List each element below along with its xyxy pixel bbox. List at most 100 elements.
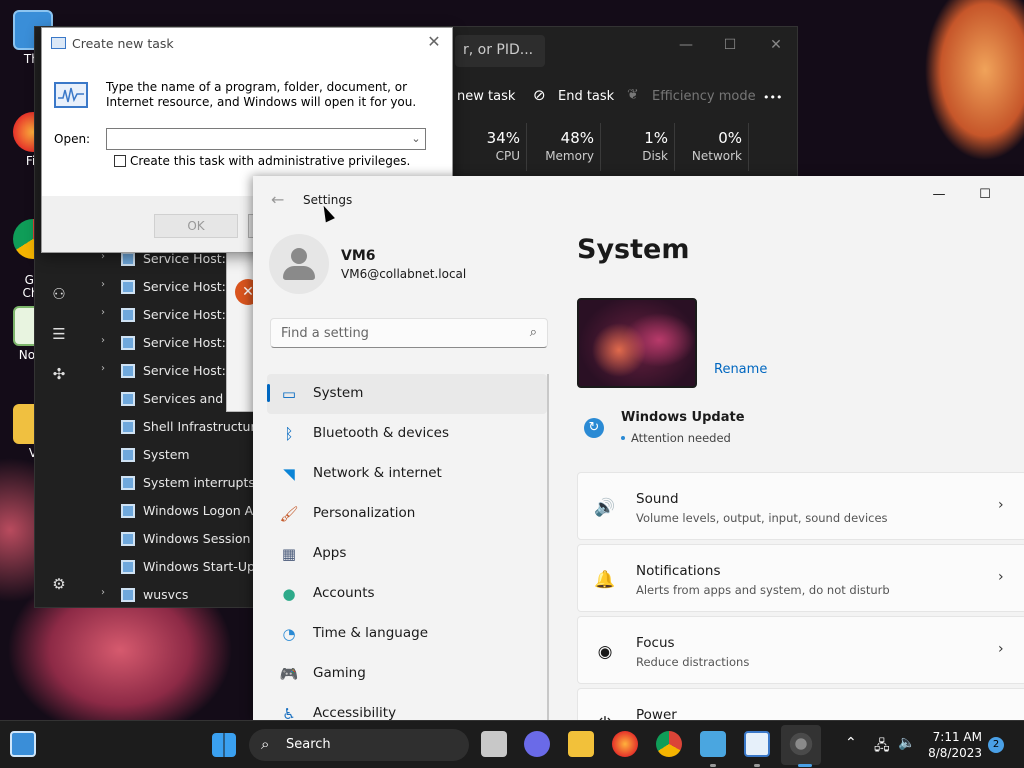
sidebar-item-label: Bluetooth & devices (313, 425, 450, 441)
process-icon (121, 448, 135, 462)
open-label: Open: (54, 132, 91, 146)
settings-card-notifications[interactable]: 🔔 Notifications Alerts from apps and syste… (577, 544, 1024, 612)
cpu-column-header[interactable]: 34% CPU (455, 123, 527, 171)
settings-gear-icon[interactable]: ⚙ (49, 575, 69, 595)
end-task-icon: ⊘ (533, 86, 546, 104)
search-icon[interactable]: ⌕ (530, 325, 537, 340)
display-icon: ▭ (281, 385, 297, 403)
bluetooth-icon: ᛒ (284, 425, 294, 443)
open-input[interactable] (106, 128, 426, 150)
run-app-icon (51, 37, 66, 49)
task-manager-toolbar: new task ⊘ End task ❦ Efficiency mode ••… (455, 83, 799, 115)
sidebar-item-system[interactable]: ▭ System (267, 374, 547, 414)
avatar[interactable] (269, 234, 329, 294)
users-icon[interactable]: ⚇ (49, 285, 69, 305)
running-indicator (710, 764, 716, 767)
task-view-icon[interactable] (481, 731, 507, 757)
ok-button[interactable]: OK (154, 214, 238, 238)
run-new-task-button[interactable]: new task (457, 89, 515, 104)
status-dot-icon (621, 436, 625, 440)
volume-icon[interactable]: 🔈 (898, 735, 915, 751)
details-list-icon[interactable]: ☰ (49, 325, 69, 345)
widgets-icon[interactable] (10, 731, 36, 757)
sidebar-item-label: Accounts (313, 585, 375, 601)
taskbar-search[interactable]: ⌕ Search (249, 729, 469, 761)
firefox-icon[interactable] (612, 731, 638, 757)
cpu-percent: 34% (486, 129, 520, 147)
page-title: System (577, 234, 690, 265)
sidebar-item-gaming[interactable]: 🎮 Gaming (267, 654, 547, 694)
chevron-right-icon[interactable]: › (101, 587, 105, 598)
chevron-right-icon: › (998, 569, 1004, 585)
search-input[interactable] (271, 319, 521, 347)
sidebar-item-accounts[interactable]: ● Accounts (267, 574, 547, 614)
clock-date[interactable]: 8/8/2023 (922, 746, 982, 760)
accessibility-icon: ♿ (282, 705, 296, 720)
windows-update-icon[interactable]: ↻ (584, 418, 604, 438)
sidebar-item-accessibility[interactable]: ♿ Accessibility (267, 694, 547, 720)
admin-privileges-label[interactable]: Create this task with administrative pri… (130, 154, 410, 168)
memory-percent: 48% (560, 129, 594, 147)
task-manager-icon[interactable] (744, 731, 770, 757)
settings-card-sound[interactable]: 🔊 Sound Volume levels, output, input, soun… (577, 472, 1024, 540)
user-name: VM6 (341, 248, 376, 264)
notification-count-badge[interactable]: 2 (988, 737, 1004, 753)
network-icon[interactable]: 🖧 (874, 735, 890, 759)
chevron-right-icon: › (998, 497, 1004, 513)
back-arrow-icon[interactable]: ← (271, 190, 291, 210)
disk-column-header[interactable]: 1% Disk (603, 123, 675, 171)
more-options-icon[interactable]: ••• (763, 91, 782, 104)
settings-card-focus[interactable]: ◉ Focus Reduce distractions › (577, 616, 1024, 684)
card-title: Notifications (636, 563, 721, 579)
sidebar-item-label: System (313, 385, 364, 401)
app-icon[interactable] (700, 731, 726, 757)
windows-start-icon[interactable] (212, 733, 236, 757)
dialog-title: Create new task (72, 36, 174, 51)
settings-card-power[interactable]: ⏻ Power (577, 688, 1024, 720)
sidebar-item-label: Network & internet (313, 465, 442, 481)
maximize-icon[interactable]: ☐ (715, 33, 745, 57)
bell-icon: 🔔 (594, 570, 616, 590)
process-icon (121, 308, 135, 322)
process-icon (121, 504, 135, 518)
minimize-icon[interactable]: — (919, 182, 959, 208)
chat-icon[interactable] (524, 731, 550, 757)
rename-link[interactable]: Rename (714, 362, 767, 377)
dialog-description: Type the name of a program, folder, docu… (106, 80, 417, 109)
chevron-up-icon[interactable]: ⌃ (845, 735, 857, 751)
cpu-label: CPU (495, 149, 520, 163)
services-puzzle-icon[interactable]: ✣ (49, 365, 69, 385)
chevron-down-icon[interactable]: ⌄ (408, 130, 424, 148)
chrome-icon[interactable] (656, 731, 682, 757)
chevron-right-icon[interactable]: › (101, 279, 105, 290)
minimize-icon[interactable]: — (671, 33, 701, 57)
chevron-right-icon[interactable]: › (101, 363, 105, 374)
network-label: Network (691, 149, 742, 163)
sidebar-item-network-internet[interactable]: ◥ Network & internet (267, 454, 547, 494)
search-label: Search (286, 737, 331, 752)
sidebar-item-label: Time & language (313, 625, 429, 641)
active-indicator (798, 764, 812, 767)
sidebar-item-apps[interactable]: ▦ Apps (267, 534, 547, 574)
sidebar-item-time-language[interactable]: ◔ Time & language (267, 614, 547, 654)
memory-column-header[interactable]: 48% Memory (529, 123, 601, 171)
sidebar-item-bluetooth-devices[interactable]: ᛒ Bluetooth & devices (267, 414, 547, 454)
sidebar-item-personalization[interactable]: 🖌 Personalization (267, 494, 547, 534)
efficiency-mode-button[interactable]: Efficiency mode (652, 89, 756, 104)
close-icon[interactable]: ✕ (761, 33, 791, 57)
windows-update-title[interactable]: Windows Update (621, 410, 745, 425)
disk-percent: 1% (644, 129, 668, 147)
task-manager-search-input[interactable]: r, or PID... (455, 35, 545, 67)
card-title: Sound (636, 491, 679, 507)
end-task-button[interactable]: End task (558, 89, 614, 104)
network-column-header[interactable]: 0% Network (677, 123, 749, 171)
chevron-right-icon[interactable]: › (101, 335, 105, 346)
maximize-icon[interactable]: ☐ (965, 182, 1005, 208)
settings-nav: ▭ System ᛒ Bluetooth & devices ◥ Network & in… (267, 374, 549, 720)
clock-time[interactable]: 7:11 AM (928, 730, 982, 744)
close-icon[interactable]: ✕ (424, 32, 444, 52)
leaf-icon: ❦ (627, 87, 639, 103)
admin-privileges-checkbox[interactable] (114, 155, 126, 167)
chevron-right-icon[interactable]: › (101, 307, 105, 318)
file-explorer-icon[interactable] (568, 731, 594, 757)
